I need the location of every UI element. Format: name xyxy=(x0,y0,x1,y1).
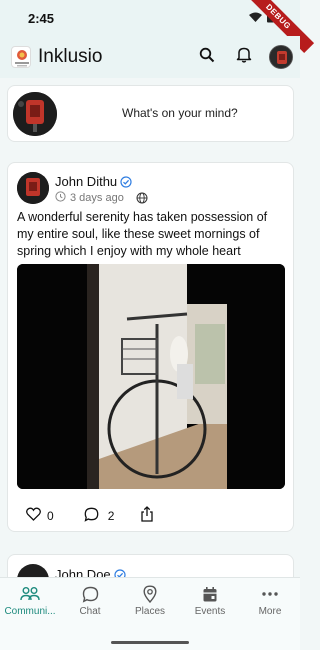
post-text: A wonderful serenity has taken possessio… xyxy=(17,210,268,258)
nav-item-community[interactable]: Communi... xyxy=(0,578,60,628)
like-button[interactable]: 0 xyxy=(26,507,54,524)
search-icon xyxy=(199,47,215,68)
notifications-button[interactable] xyxy=(233,46,255,68)
share-icon xyxy=(140,506,154,525)
nav-label: Places xyxy=(134,606,165,617)
nav-item-chat[interactable]: Chat xyxy=(60,578,120,628)
app-bar: Inklusio xyxy=(0,36,300,78)
post-author[interactable]: John Dithu xyxy=(55,174,117,189)
post-meta: 3 days ago xyxy=(55,191,148,205)
more-dots-icon xyxy=(260,584,280,604)
app-title: Inklusio xyxy=(38,46,103,67)
search-button[interactable] xyxy=(196,46,218,68)
post-actions: 0 2 xyxy=(26,506,154,525)
nav-label: More xyxy=(258,606,282,617)
nav-item-more[interactable]: More xyxy=(240,578,300,628)
profile-avatar[interactable] xyxy=(269,45,293,69)
community-icon xyxy=(20,584,40,604)
location-pin-icon xyxy=(140,584,160,604)
post-composer[interactable]: What's on your mind? xyxy=(7,85,294,142)
like-count: 0 xyxy=(47,508,54,523)
composer-prompt[interactable]: What's on your mind? xyxy=(122,106,238,120)
share-button[interactable] xyxy=(140,506,154,525)
nav-label: Chat xyxy=(79,606,101,617)
heart-icon xyxy=(26,507,41,524)
comment-count: 2 xyxy=(107,508,115,523)
clock-icon xyxy=(55,191,66,205)
comment-button[interactable]: 2 xyxy=(84,507,115,525)
calendar-icon xyxy=(200,584,220,604)
avatar xyxy=(13,92,57,136)
bell-icon xyxy=(236,46,252,68)
nav-label: Communi... xyxy=(4,606,56,617)
post-image[interactable] xyxy=(17,264,285,489)
status-time: 2:45 xyxy=(28,11,55,26)
nav-item-places[interactable]: Places xyxy=(120,578,180,628)
nav-item-events[interactable]: Events xyxy=(180,578,240,628)
bottom-navigation: Communi... Chat Places Events More xyxy=(0,577,300,650)
post-time: 3 days ago xyxy=(70,192,124,204)
status-bar: 2:45 DEBUG xyxy=(0,0,315,54)
app-logo-icon xyxy=(11,46,31,68)
chat-icon xyxy=(80,584,100,604)
avatar[interactable] xyxy=(17,172,49,204)
home-indicator[interactable] xyxy=(111,641,189,644)
comment-icon xyxy=(84,507,99,525)
globe-icon xyxy=(136,192,148,204)
post-card: John Dithu 3 days ago A wonderful sereni… xyxy=(7,162,294,532)
wifi-icon xyxy=(249,10,262,28)
nav-label: Events xyxy=(194,606,226,617)
